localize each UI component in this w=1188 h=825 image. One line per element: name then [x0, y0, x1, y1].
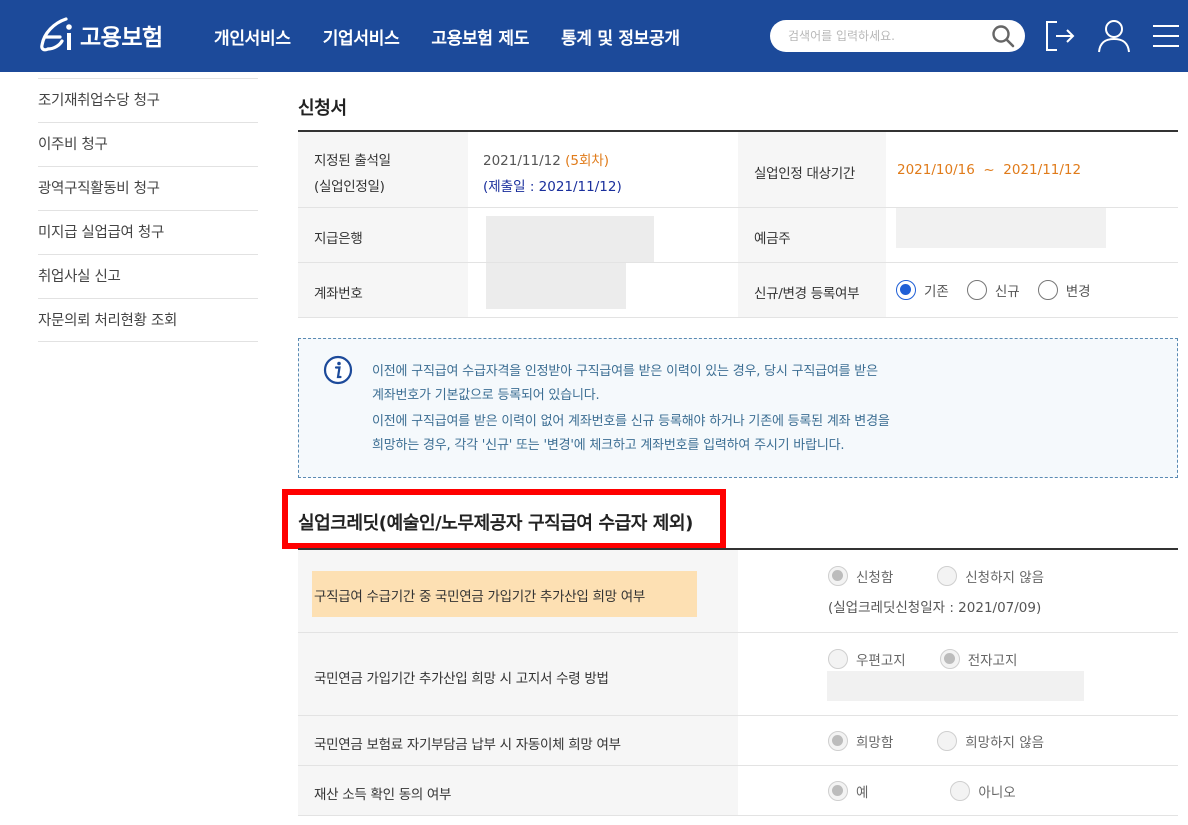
sidebar-item-employment-report[interactable]: 취업사실 신고 — [38, 254, 258, 298]
masked-email — [827, 671, 1084, 701]
bank-label: 지급은행 — [314, 231, 363, 247]
credit-row-pension-credit: 구직급여 수급기간 중 국민연금 가입기간 추가산입 희망 여부 신청함 신청하… — [298, 550, 1178, 633]
credit-row-2-options: 우편고지 전자고지 — [828, 649, 1035, 669]
radio-existing[interactable]: 기존 — [896, 280, 949, 300]
sidebar: 조기재취업수당 청구 이주비 청구 광역구직활동비 청구 미지급 실업급여 청구… — [38, 78, 258, 342]
credit-title-highlight: 실업크레딧(예술인/노무제공자 구직급여 수급자 제외) — [282, 489, 726, 549]
sidebar-item-early-reemployment[interactable]: 조기재취업수당 청구 — [38, 78, 258, 122]
logout-icon[interactable] — [1043, 18, 1079, 54]
sidebar-item-wide-area-job-search[interactable]: 광역구직활동비 청구 — [38, 166, 258, 210]
credit-apply-date: (실업크레딧신청일자 : 2021/07/09) — [828, 600, 1042, 616]
period-header: 실업인정 대상기간 — [738, 132, 886, 207]
row-bank: 지급은행 예금주 — [298, 208, 1178, 263]
radio-apply[interactable]: 신청함 — [828, 566, 893, 586]
credit-row-auto-transfer: 국민연금 보험료 자기부담금 납부 시 자동이체 희망 여부 희망함 희망하지 … — [298, 716, 1178, 766]
radio-change-circle[interactable] — [1037, 280, 1058, 300]
radio-e-notice[interactable]: 전자고지 — [939, 649, 1017, 669]
attendance-value: 2021/11/12 (5회차) — [483, 149, 609, 169]
holder-label: 예금주 — [754, 231, 791, 247]
period-value: 2021/10/16 ~ 2021/11/12 — [897, 162, 1082, 178]
credit-row-3-label: 국민연금 보험료 자기부담금 납부 시 자동이체 희망 여부 — [314, 737, 621, 753]
info-box: 이전에 구직급여 수급자격을 인정받아 구직급여를 받은 이력이 있는 경우, … — [298, 338, 1178, 478]
info-line-1: 이전에 구직급여 수급자격을 인정받아 구직급여를 받은 이력이 있는 경우, … — [372, 364, 878, 379]
row-account: 계좌번호 신규/변경 등록여부 기존 신규 변경 — [298, 263, 1178, 318]
ei-logo-icon — [40, 17, 72, 52]
highlight-box: 구직급여 수급기간 중 국민연금 가입기간 추가산입 희망 여부 — [312, 571, 697, 617]
credit-row-4-options: 예 아니오 — [828, 781, 1034, 801]
nav-personal[interactable]: 개인서비스 — [214, 24, 291, 49]
period-label: 실업인정 대상기간 — [754, 166, 855, 182]
radio-apply-circle[interactable] — [828, 566, 848, 586]
radio-yes-circle[interactable] — [828, 781, 848, 801]
info-line-3: 이전에 구직급여를 받은 이력이 없어 계좌번호를 신규 등록해야 하거나 기존… — [372, 414, 890, 429]
radio-new[interactable]: 신규 — [966, 280, 1020, 300]
credit-row-4-header: 재산 소득 확인 동의 여부 — [298, 766, 738, 815]
bank-header: 지급은행 — [298, 208, 468, 262]
credit-row-1-label: 구직급여 수급기간 중 국민연금 가입기간 추가산입 희망 여부 — [314, 589, 645, 605]
submission-date: (제출일 : 2021/11/12) — [483, 179, 622, 195]
attendance-date: 2021/11/12 — [483, 153, 561, 169]
register-options: 기존 신규 변경 — [896, 280, 1109, 300]
credit-row-3-options: 희망함 희망하지 않음 — [828, 731, 1062, 751]
register-header: 신규/변경 등록여부 — [738, 263, 886, 317]
credit-row-2-header: 국민연금 가입기간 추가산입 희망 시 고지서 수령 방법 — [298, 633, 738, 715]
radio-wish-circle[interactable] — [828, 731, 848, 751]
masked-bank-value — [486, 216, 654, 262]
masked-holder-value — [896, 208, 1106, 248]
radio-not-apply[interactable]: 신청하지 않음 — [937, 566, 1044, 586]
section-title-credit: 실업크레딧(예술인/노무제공자 구직급여 수급자 제외) — [298, 513, 693, 534]
account-header: 계좌번호 — [298, 263, 468, 317]
credit-row-4-label: 재산 소득 확인 동의 여부 — [314, 787, 452, 803]
radio-not-apply-circle[interactable] — [937, 566, 958, 586]
user-icon[interactable] — [1096, 18, 1132, 54]
info-line-4: 희망하는 경우, 각각 '신규' 또는 '변경'에 체크하고 계좌번호를 입력하… — [372, 438, 845, 453]
logo[interactable]: 고용보험 — [36, 14, 163, 56]
logo-text: 고용보험 — [80, 25, 163, 51]
radio-existing-circle[interactable] — [896, 280, 916, 300]
holder-header: 예금주 — [738, 208, 886, 262]
attendance-round: (5회차) — [565, 153, 610, 169]
search-icon[interactable] — [991, 24, 1015, 48]
radio-yes[interactable]: 예 — [828, 781, 868, 801]
radio-new-circle[interactable] — [966, 280, 987, 300]
menu-icon[interactable] — [1148, 18, 1184, 54]
credit-row-1-options: 신청함 신청하지 않음 — [828, 566, 1062, 586]
sidebar-item-consultation-status[interactable]: 자문의뢰 처리현황 조회 — [38, 298, 258, 342]
attendance-label: 지정된 출석일 — [314, 153, 391, 169]
radio-mail-notice[interactable]: 우편고지 — [828, 649, 906, 669]
attendance-sublabel: (실업인정일) — [314, 179, 385, 195]
nav-statistics[interactable]: 통계 및 정보공개 — [561, 24, 680, 49]
attendance-header: 지정된 출석일 (실업인정일) — [298, 132, 468, 207]
section-title-application: 신청서 — [298, 98, 347, 119]
radio-no-wish[interactable]: 희망하지 않음 — [937, 731, 1044, 751]
radio-no[interactable]: 아니오 — [950, 781, 1016, 801]
register-label: 신규/변경 등록여부 — [754, 286, 860, 302]
nav-business[interactable]: 기업서비스 — [323, 24, 400, 49]
info-line-2: 계좌번호가 기본값으로 등록되어 있습니다. — [372, 388, 600, 403]
credit-row-1-header: 구직급여 수급기간 중 국민연금 가입기간 추가산입 희망 여부 — [298, 550, 738, 632]
credit-row-2-label: 국민연금 가입기간 추가산입 희망 시 고지서 수령 방법 — [314, 671, 609, 687]
radio-wish[interactable]: 희망함 — [828, 731, 893, 751]
masked-account-value — [486, 263, 626, 309]
search-box — [770, 20, 1025, 52]
credit-row-property-consent: 재산 소득 확인 동의 여부 예 아니오 — [298, 766, 1178, 816]
row-attendance: 지정된 출석일 (실업인정일) 2021/11/12 (5회차) (제출일 : … — [298, 132, 1178, 208]
sidebar-item-relocation[interactable]: 이주비 청구 — [38, 122, 258, 166]
radio-change[interactable]: 변경 — [1037, 280, 1091, 300]
account-label: 계좌번호 — [314, 286, 363, 302]
main-nav: 개인서비스 기업서비스 고용보험 제도 통계 및 정보공개 — [214, 0, 712, 72]
radio-no-circle[interactable] — [950, 781, 971, 801]
radio-no-wish-circle[interactable] — [937, 731, 958, 751]
nav-insurance-system[interactable]: 고용보험 제도 — [431, 24, 529, 49]
info-icon — [323, 355, 353, 385]
radio-e-notice-circle[interactable] — [939, 649, 960, 669]
credit-row-notice-method: 국민연금 가입기간 추가산입 희망 시 고지서 수령 방법 우편고지 전자고지 — [298, 633, 1178, 716]
top-header: 고용보험 개인서비스 기업서비스 고용보험 제도 통계 및 정보공개 — [0, 0, 1188, 72]
radio-mail-notice-circle[interactable] — [828, 649, 848, 669]
credit-row-3-header: 국민연금 보험료 자기부담금 납부 시 자동이체 희망 여부 — [298, 716, 738, 765]
search-input[interactable] — [788, 27, 978, 45]
sidebar-item-unpaid-benefit[interactable]: 미지급 실업급여 청구 — [38, 210, 258, 254]
